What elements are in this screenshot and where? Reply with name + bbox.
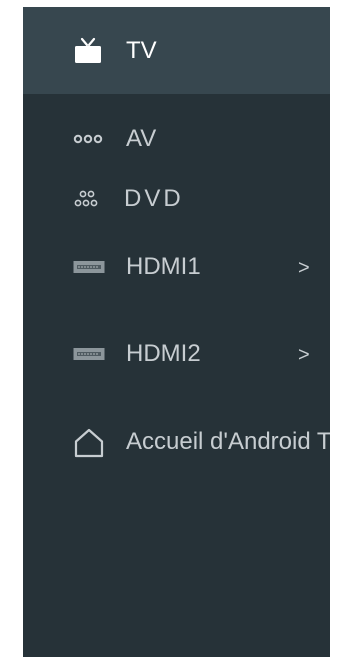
menu-item-label: HDMI1 <box>126 253 201 280</box>
menu-item-tv[interactable]: TV <box>23 7 330 94</box>
menu-item-label: TV <box>126 37 157 64</box>
hdmi-port-icon <box>73 261 105 273</box>
menu-item-label: AV <box>126 125 157 152</box>
input-source-panel: TV AV DVD HDMI1 > HDMI2 > Accueil d'Andr… <box>23 7 330 657</box>
menu-item-android-home[interactable]: Accueil d'Android TV <box>23 419 330 467</box>
av-dots-icon <box>73 134 103 144</box>
home-icon <box>74 428 104 458</box>
menu-item-hdmi2[interactable]: HDMI2 > <box>23 329 330 377</box>
menu-item-dvd[interactable]: DVD <box>23 175 330 223</box>
chevron-right-icon: > <box>298 344 310 366</box>
tv-icon <box>75 37 101 63</box>
chevron-right-icon: > <box>298 257 310 279</box>
menu-item-label: Accueil d'Android TV <box>126 428 330 455</box>
menu-item-hdmi1[interactable]: HDMI1 > <box>23 242 330 290</box>
dvd-dots-icon <box>74 190 98 207</box>
hdmi-port-icon <box>73 348 105 360</box>
menu-item-av[interactable]: AV <box>23 115 330 163</box>
menu-item-label: HDMI2 <box>126 340 201 367</box>
menu-item-label: DVD <box>124 185 184 212</box>
